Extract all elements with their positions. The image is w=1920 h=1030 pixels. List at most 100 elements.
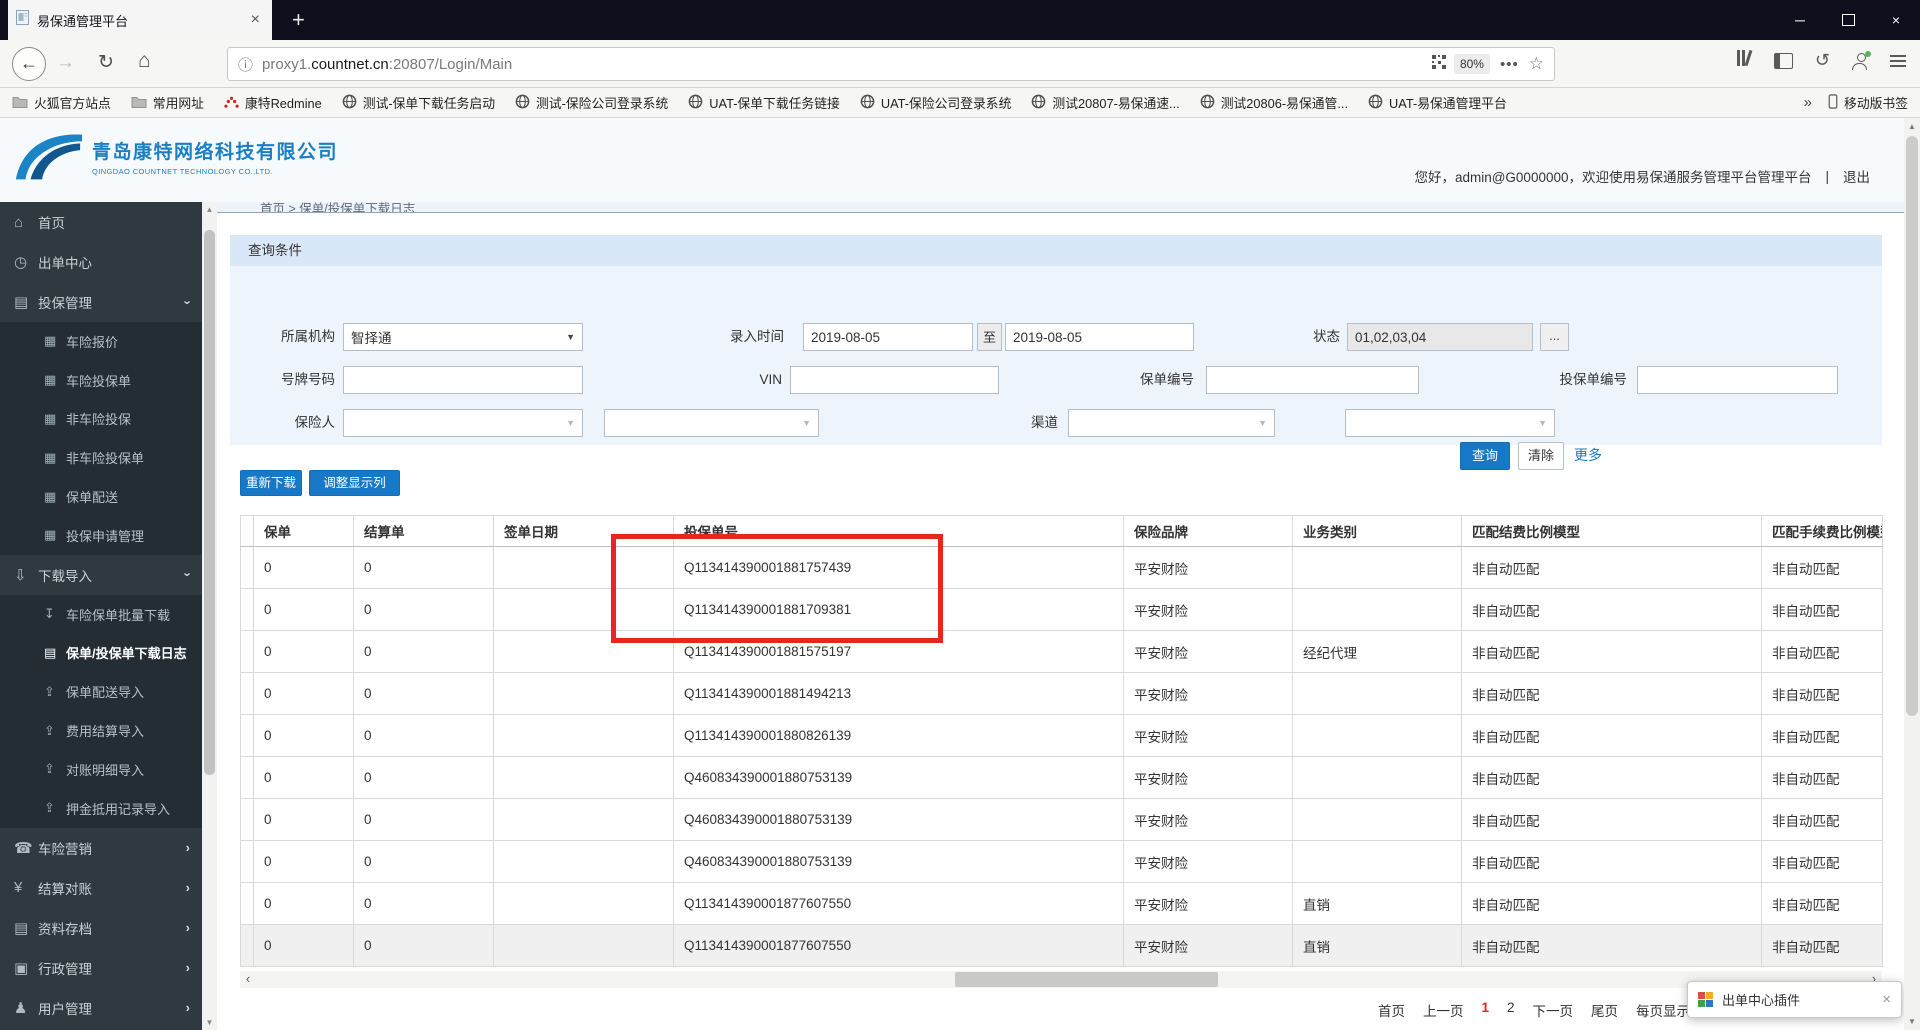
account-icon[interactable] (1852, 50, 1871, 70)
insurer-select[interactable]: ▼ (343, 409, 583, 437)
site-info-icon[interactable]: ⓘ (238, 54, 253, 75)
table-column-header[interactable]: 结算单 (353, 515, 494, 547)
bookmark-item[interactable]: 康特Redmine (224, 93, 322, 112)
scroll-up-icon[interactable]: ▲ (1904, 122, 1920, 131)
table-row[interactable]: 0 0 Q113414390001881575197 平安财险 经纪代理 非自动匹配 非自动… (240, 630, 1883, 673)
sidebar-item[interactable]: ¥ 结算对账 › (0, 868, 202, 908)
bookmark-item[interactable]: 火狐官方站点 (12, 93, 111, 112)
sidebar-subitem[interactable]: ⇪ 费用结算导入 (0, 711, 202, 750)
sidebar-subitem[interactable]: ↧ 车险保单批量下载 (0, 595, 202, 634)
sidebar-item[interactable]: ▤ 资料存档 › (0, 908, 202, 948)
table-row[interactable]: 0 0 Q113414390001881494213 平安财险 非自动匹配 非自动匹配 (240, 672, 1883, 715)
pagination-item[interactable]: 上一页 (1423, 1000, 1464, 1020)
date-from-input[interactable] (803, 323, 973, 351)
adjust-columns-button[interactable]: 调整显示列 (309, 470, 400, 496)
sidebar-subitem[interactable]: ▦ 非车险投保 (0, 400, 202, 439)
plugin-popup[interactable]: 出单中心插件 × (1687, 981, 1902, 1018)
scroll-down-icon[interactable]: ▼ (1904, 1017, 1920, 1026)
bookmark-item[interactable]: 测试20807-易保通速... (1031, 93, 1180, 112)
sidebar-item[interactable]: ⇩ 下载导入 › (0, 555, 202, 595)
sidebar-subitem[interactable]: ▦ 投保申请管理 (0, 516, 202, 555)
scroll-down-icon[interactable]: ▼ (202, 1018, 217, 1027)
sidebar-item[interactable]: ♟ 用户管理 › (0, 988, 202, 1028)
table-column-header[interactable]: 保险品牌 (1123, 515, 1293, 547)
table-row[interactable]: 0 0 Q113414390001877607550 平安财险 直销 非自动匹配 非自动匹配 (240, 882, 1883, 925)
mobile-bookmarks-item[interactable]: 移动版书签 (1828, 93, 1908, 112)
window-maximize-button[interactable] (1824, 0, 1872, 40)
org-select[interactable]: 智择通 ▼ (343, 323, 583, 351)
pagination-item[interactable]: 下一页 (1533, 1000, 1574, 1020)
table-row[interactable]: 0 0 Q113414390001881709381 平安财险 非自动匹配 非自动匹配 (240, 588, 1883, 631)
channel-sub-select[interactable]: ▼ (1345, 409, 1555, 437)
sidebar-item[interactable]: ☎ 车险营销 › (0, 828, 202, 868)
close-icon[interactable]: × (1882, 991, 1891, 1008)
more-link[interactable]: 更多 (1574, 445, 1602, 465)
logout-link[interactable]: 退出 (1843, 166, 1870, 186)
redownload-button[interactable]: 重新下载 (240, 470, 302, 496)
tab-close-icon[interactable]: × (247, 11, 264, 29)
horizontal-scrollbar[interactable]: ‹ › (240, 971, 1882, 988)
pagination-item[interactable]: 每页显示 (1636, 1000, 1690, 1020)
sidebar-toggle-icon[interactable] (1773, 52, 1793, 69)
window-close-button[interactable]: × (1872, 0, 1920, 40)
pagination-item[interactable]: 1 (1481, 1000, 1489, 1020)
table-row[interactable]: 0 0 Q113414390001880826139 平安财险 非自动匹配 非自动匹配 (240, 714, 1883, 757)
url-text[interactable]: proxy1.countnet.cn:20807/Login/Main (262, 56, 1424, 73)
sidebar-subitem[interactable]: ▤ 保单/投保单下载日志 (0, 634, 202, 673)
bookmark-item[interactable]: 测试-保险公司登录系统 (515, 93, 668, 112)
sidebar-subitem[interactable]: ⇪ 对账明细导入 (0, 750, 202, 789)
url-bar[interactable]: ⓘ proxy1.countnet.cn:20807/Login/Main 80… (227, 47, 1555, 81)
window-minimize-button[interactable]: ─ (1776, 0, 1824, 40)
scrollbar-thumb[interactable] (1906, 136, 1918, 716)
reload-button[interactable]: ↻ (98, 51, 114, 74)
date-to-input[interactable] (1005, 323, 1194, 351)
pagination-item[interactable]: 2 (1507, 1000, 1515, 1020)
status-picker-button[interactable]: ... (1540, 323, 1569, 351)
table-row[interactable]: 0 0 Q460834390001880753139 平安财险 非自动匹配 非自动匹配 (240, 756, 1883, 799)
sidebar-item[interactable]: ◷ 出单中心 (0, 242, 202, 282)
status-input[interactable] (1347, 323, 1533, 351)
bookmark-item[interactable]: UAT-易保通管理平台 (1368, 93, 1507, 112)
sidebar-subitem[interactable]: ▦ 车险投保单 (0, 361, 202, 400)
back-button[interactable]: ← (12, 47, 46, 81)
application-no-input[interactable] (1637, 366, 1838, 394)
plate-input[interactable] (343, 366, 583, 394)
sidebar-subitem[interactable]: ▦ 保单配送 (0, 477, 202, 516)
library-icon[interactable] (1736, 49, 1753, 71)
bookmark-item[interactable]: UAT-保险公司登录系统 (860, 93, 1011, 112)
sidebar-subitem[interactable]: ▦ 非车险投保单 (0, 438, 202, 477)
table-column-header[interactable]: 业务类别 (1292, 515, 1462, 547)
search-button[interactable]: 查询 (1460, 442, 1510, 470)
bookmark-item[interactable]: 常用网址 (131, 93, 204, 112)
table-column-header[interactable]: 保单 (253, 515, 354, 547)
sidebar-item[interactable]: ▤ 投保管理 › (0, 282, 202, 322)
home-button[interactable]: ⌂ (138, 49, 151, 73)
bookmarks-overflow-icon[interactable]: » (1804, 94, 1812, 111)
new-tab-button[interactable]: + (292, 4, 305, 36)
table-row[interactable]: 0 0 Q113414390001877607550 平安财险 直销 非自动匹配 非自动匹配 (240, 924, 1883, 967)
bookmark-star-icon[interactable]: ☆ (1529, 54, 1544, 74)
channel-select[interactable]: ▼ (1068, 409, 1275, 437)
table-row[interactable]: 0 0 Q113414390001881757439 平安财险 非自动匹配 非自动匹配 (240, 546, 1883, 589)
scroll-up-icon[interactable]: ▲ (202, 205, 217, 214)
sidebar-subitem[interactable]: ▦ 车险报价 (0, 322, 202, 361)
table-row[interactable]: 0 0 Q460834390001880753139 平安财险 非自动匹配 非自动匹配 (240, 798, 1883, 841)
policy-no-input[interactable] (1206, 366, 1419, 394)
sidebar-item[interactable]: ⌂ 首页 (0, 202, 202, 242)
sidebar-subitem[interactable]: ⇪ 押金抵用记录导入 (0, 789, 202, 828)
sync-icon[interactable]: ↺ (1815, 50, 1830, 71)
sidebar-subitem[interactable]: ⇪ 保单配送导入 (0, 672, 202, 711)
vin-input[interactable] (790, 366, 999, 394)
table-column-header[interactable]: 匹配手续费比例模型 (1761, 515, 1883, 547)
pagination-item[interactable]: 尾页 (1591, 1000, 1618, 1020)
qr-code-icon[interactable] (1431, 54, 1446, 74)
sidebar-item[interactable]: ▣ 行政管理 › (0, 948, 202, 988)
table-column-header[interactable]: 匹配结费比例模型 (1461, 515, 1762, 547)
browser-tab[interactable]: 易保通管理平台 × (8, 0, 272, 40)
hscrollbar-thumb[interactable] (955, 972, 1218, 987)
bookmark-item[interactable]: UAT-保单下载任务链接 (688, 93, 840, 112)
bookmark-item[interactable]: 测试-保单下载任务启动 (342, 93, 495, 112)
table-row[interactable]: 0 0 Q460834390001880753139 平安财险 非自动匹配 非自动匹配 (240, 840, 1883, 883)
clear-button[interactable]: 清除 (1518, 442, 1564, 470)
page-actions-icon[interactable]: ••• (1500, 56, 1519, 73)
